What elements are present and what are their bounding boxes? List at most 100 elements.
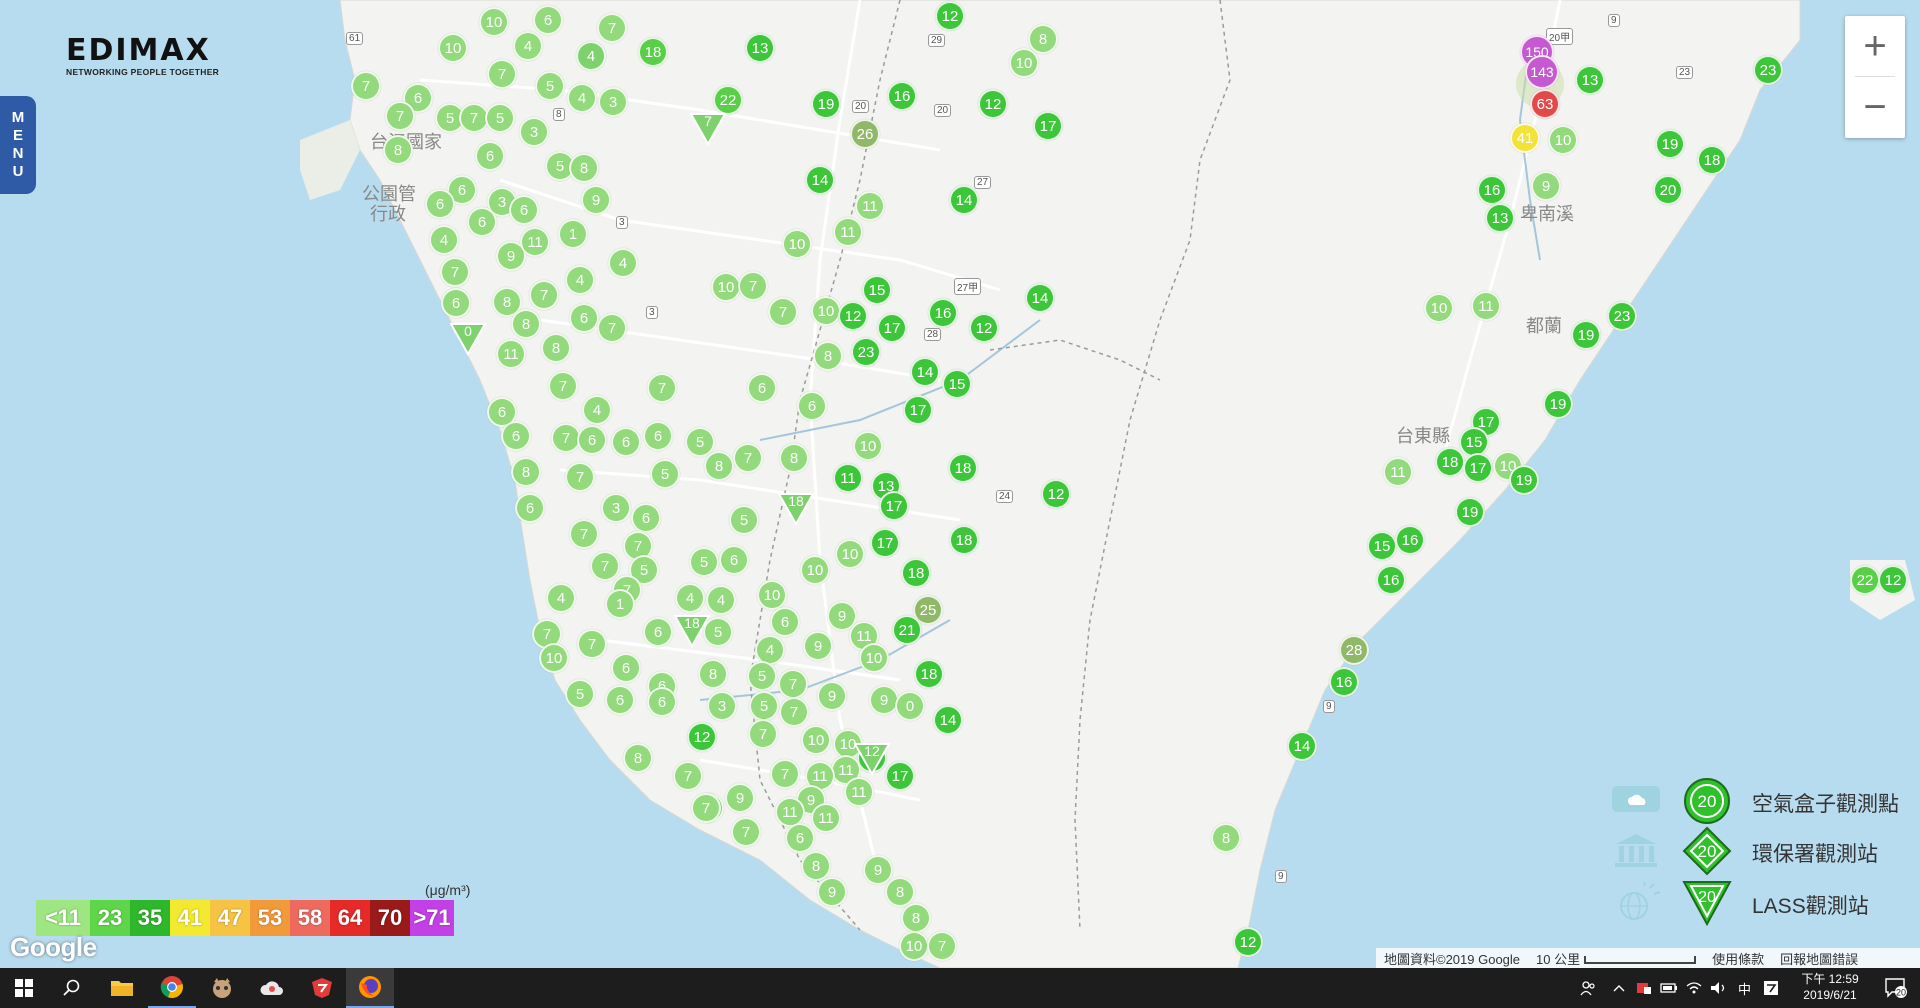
airbox-marker[interactable]: 8 xyxy=(541,333,571,363)
map-data-credit[interactable]: 地圖資料©2019 Google xyxy=(1376,949,1528,968)
zoom-out-button[interactable]: − xyxy=(1845,77,1905,137)
terms-link[interactable]: 使用條款 xyxy=(1704,949,1772,968)
start-button[interactable] xyxy=(0,968,48,1008)
airbox-marker[interactable]: 15 xyxy=(942,369,972,399)
file-explorer-button[interactable] xyxy=(98,968,146,1008)
airbox-marker[interactable]: 7 xyxy=(487,59,517,89)
airbox-marker[interactable]: 20 xyxy=(1653,175,1683,205)
airbox-marker[interactable]: 10 xyxy=(1424,293,1454,323)
airbox-marker[interactable]: 10 xyxy=(479,7,509,37)
airbox-marker[interactable]: 7 xyxy=(927,931,957,961)
airbox-marker[interactable]: 18 xyxy=(1697,145,1727,175)
battery-icon[interactable] xyxy=(1660,981,1678,995)
airbox-marker[interactable]: 10 xyxy=(801,725,831,755)
airbox-marker[interactable]: 10 xyxy=(1548,125,1578,155)
airbox-marker[interactable]: 143 xyxy=(1525,55,1559,89)
airbox-marker[interactable]: 41 xyxy=(1510,123,1540,153)
app-red-button[interactable] xyxy=(298,968,346,1008)
airbox-marker[interactable]: 6 xyxy=(647,687,677,717)
airbox-marker[interactable]: 18 xyxy=(638,37,668,67)
airbox-marker[interactable]: 12 xyxy=(935,1,965,31)
airbox-marker[interactable]: 8 xyxy=(1028,24,1058,54)
airbox-marker[interactable]: 10 xyxy=(438,33,468,63)
airbox-marker[interactable]: 17 xyxy=(903,395,933,425)
airbox-marker[interactable]: 5 xyxy=(747,661,777,691)
airbox-marker[interactable]: 13 xyxy=(1485,203,1515,233)
airbox-marker[interactable]: 6 xyxy=(747,373,777,403)
airbox-marker[interactable]: 18 xyxy=(901,558,931,588)
airbox-marker[interactable]: 23 xyxy=(1607,301,1637,331)
airbox-marker[interactable]: 19 xyxy=(811,89,841,119)
airbox-marker[interactable]: 13 xyxy=(745,33,775,63)
airbox-marker[interactable]: 7 xyxy=(768,297,798,327)
airbox-marker[interactable]: 10 xyxy=(711,272,741,302)
airbox-marker[interactable]: 16 xyxy=(1376,565,1406,595)
map-canvas[interactable]: 618332020292727甲282420甲92399 台江國家公園管行政台東… xyxy=(0,0,1920,968)
airbox-marker[interactable]: 10 xyxy=(757,580,787,610)
airbox-marker[interactable]: 1 xyxy=(558,219,588,249)
airbox-marker[interactable]: 10 xyxy=(859,643,889,673)
airbox-marker[interactable]: 8 xyxy=(901,903,931,933)
airbox-marker[interactable]: 6 xyxy=(569,303,599,333)
airbox-marker[interactable]: 7 xyxy=(778,669,808,699)
airbox-marker[interactable]: 9 xyxy=(869,685,899,715)
airbox-marker[interactable]: 9 xyxy=(803,631,833,661)
airbox-marker[interactable]: 8 xyxy=(885,877,915,907)
airbox-marker[interactable]: 22 xyxy=(1850,565,1880,595)
airbox-marker[interactable]: 4 xyxy=(608,248,638,278)
airbox-marker[interactable]: 6 xyxy=(770,607,800,637)
airbox-marker[interactable]: 6 xyxy=(509,195,539,225)
airbox-marker[interactable]: 5 xyxy=(650,459,680,489)
airbox-marker[interactable]: 7 xyxy=(647,373,677,403)
airbox-marker[interactable]: 4 xyxy=(513,31,543,61)
app-weather-button[interactable] xyxy=(248,968,296,1008)
airbox-marker[interactable]: 14 xyxy=(1025,283,1055,313)
airbox-marker[interactable]: 11 xyxy=(855,191,885,221)
airbox-marker[interactable]: 17 xyxy=(1463,453,1493,483)
airbox-marker[interactable]: 18 xyxy=(949,525,979,555)
airbox-marker[interactable]: 5 xyxy=(485,103,515,133)
airbox-marker[interactable]: 6 xyxy=(577,425,607,455)
airbox-marker[interactable]: 6 xyxy=(643,617,673,647)
airbox-marker[interactable]: 17 xyxy=(870,528,900,558)
airbox-marker[interactable]: 10 xyxy=(835,539,865,569)
airbox-marker[interactable]: 10 xyxy=(811,296,841,326)
airbox-marker[interactable]: 11 xyxy=(1471,291,1501,321)
airbox-marker[interactable]: 7 xyxy=(529,280,559,310)
airbox-marker[interactable]: 4 xyxy=(675,583,705,613)
airbox-marker[interactable]: 3 xyxy=(519,117,549,147)
airbox-marker[interactable]: 14 xyxy=(805,165,835,195)
airbox-marker[interactable]: 15 xyxy=(1367,531,1397,561)
airbox-marker[interactable]: 16 xyxy=(887,81,917,111)
airbox-marker[interactable]: 9 xyxy=(817,877,847,907)
airbox-marker[interactable]: 3 xyxy=(707,691,737,721)
airbox-marker[interactable]: 8 xyxy=(704,451,734,481)
airbox-marker[interactable]: 6 xyxy=(611,653,641,683)
airbox-marker[interactable]: 7 xyxy=(351,71,381,101)
menu-button[interactable]: MENU xyxy=(0,96,36,194)
airbox-marker[interactable]: 7 xyxy=(731,817,761,847)
airbox-marker[interactable]: 17 xyxy=(1033,111,1063,141)
airbox-marker[interactable]: 11 xyxy=(520,227,550,257)
airbox-marker[interactable]: 6 xyxy=(643,421,673,451)
airbox-marker[interactable]: 10 xyxy=(782,229,812,259)
airbox-marker[interactable]: 8 xyxy=(698,659,728,689)
airbox-marker[interactable]: 22 xyxy=(713,85,743,115)
airbox-marker[interactable]: 19 xyxy=(1455,497,1485,527)
airbox-marker[interactable]: 10 xyxy=(1009,48,1039,78)
airbox-marker[interactable]: 17 xyxy=(877,313,907,343)
airbox-marker[interactable]: 14 xyxy=(910,357,940,387)
people-icon[interactable] xyxy=(1580,980,1596,996)
airbox-marker[interactable]: 11 xyxy=(833,463,863,493)
airbox-marker[interactable]: 8 xyxy=(569,153,599,183)
airbox-marker[interactable]: 16 xyxy=(1329,667,1359,697)
airbox-marker[interactable]: 7 xyxy=(691,793,721,823)
airbox-marker[interactable]: 7 xyxy=(733,443,763,473)
airbox-marker[interactable]: 12 xyxy=(1878,565,1908,595)
airbox-marker[interactable]: 23 xyxy=(1753,55,1783,85)
airbox-marker[interactable]: 6 xyxy=(467,207,497,237)
airbox-marker[interactable]: 5 xyxy=(565,679,595,709)
airbox-marker[interactable]: 19 xyxy=(1509,465,1539,495)
notification-center-button[interactable]: 20 xyxy=(1872,968,1920,1008)
airbox-marker[interactable]: 4 xyxy=(582,395,612,425)
